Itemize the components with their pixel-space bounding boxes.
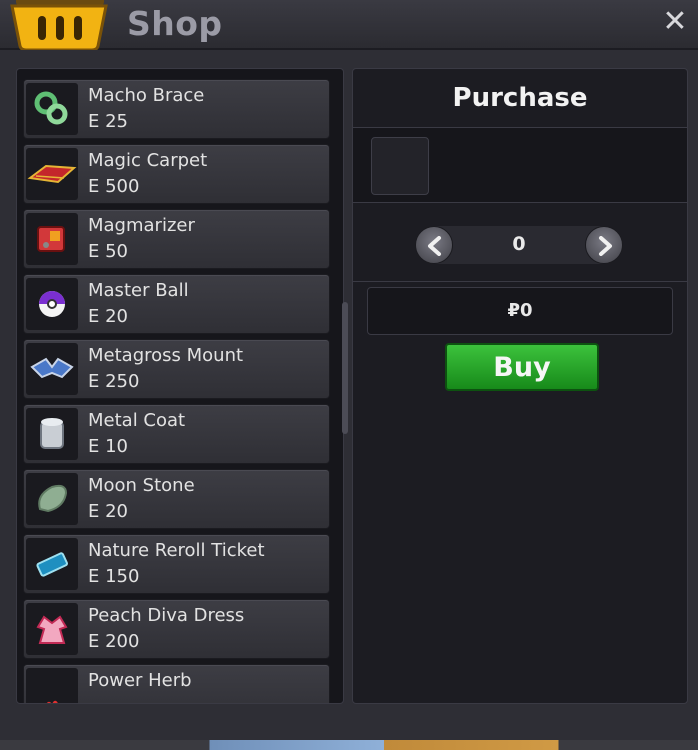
window-title: Shop (127, 4, 223, 43)
shop-basket-icon (10, 0, 108, 52)
quantity-stepper: 0 (415, 226, 623, 264)
item-icon-slot (26, 668, 78, 703)
purchase-header: Purchase (353, 69, 687, 128)
magmarizer-icon (37, 226, 65, 252)
item-name: Magic Carpet (88, 150, 208, 171)
buy-label: Buy (493, 352, 551, 383)
item-price: E 150 (88, 566, 140, 587)
macho-brace-icon (34, 91, 68, 125)
title-bar: Shop ✕ (0, 0, 698, 52)
item-name: Macho Brace (88, 85, 205, 106)
item-price: E 20 (88, 501, 128, 522)
item-icon-slot (26, 473, 78, 525)
item-name: Power Herb (88, 670, 192, 691)
metal-coat-icon (40, 418, 64, 449)
decrease-quantity-button[interactable] (415, 226, 453, 264)
shop-item[interactable]: Moon Stone E 20 (23, 469, 330, 529)
metagross-mount-icon (30, 357, 74, 379)
purchase-panel: Purchase 0 ₽0 Buy (352, 68, 688, 704)
item-name: Nature Reroll Ticket (88, 540, 265, 561)
total-cost: ₽0 (507, 300, 533, 321)
buy-button[interactable]: Buy (445, 343, 599, 391)
item-price: E 250 (88, 371, 140, 392)
peach-diva-dress-icon (36, 615, 68, 644)
item-icon-slot (26, 603, 78, 655)
item-price: E 200 (88, 631, 140, 652)
shop-item[interactable]: Magic Carpet E 500 (23, 144, 330, 204)
item-icon-slot (26, 408, 78, 460)
shop-item[interactable]: Metal Coat E 10 (23, 404, 330, 464)
shop-item[interactable]: Metagross Mount E 250 (23, 339, 330, 399)
item-name: Metagross Mount (88, 345, 244, 366)
item-name: Master Ball (88, 280, 189, 301)
item-price: E 25 (88, 111, 128, 132)
item-icon-slot (26, 83, 78, 135)
moon-stone-icon (38, 484, 68, 513)
magic-carpet-icon (27, 164, 77, 184)
item-name: Metal Coat (88, 410, 186, 431)
item-icon-slot (26, 278, 78, 330)
item-price: E 20 (88, 306, 128, 327)
item-icon-slot (26, 538, 78, 590)
shop-item[interactable]: Master Ball E 20 (23, 274, 330, 334)
selected-item-slot (371, 137, 429, 195)
quantity-row: 0 (353, 209, 687, 282)
purchase-title: Purchase (452, 83, 588, 113)
master-ball-icon (39, 291, 65, 317)
item-icon-slot (26, 343, 78, 395)
close-button[interactable]: ✕ (658, 4, 692, 40)
selected-item-row (353, 128, 687, 203)
item-name: Moon Stone (88, 475, 195, 496)
item-name: Peach Diva Dress (88, 605, 245, 626)
nature-reroll-ticket-icon (36, 552, 68, 577)
chevron-right-icon (599, 236, 612, 256)
shop-item[interactable]: Peach Diva Dress E 200 (23, 599, 330, 659)
shop-item[interactable]: Magmarizer E 50 (23, 209, 330, 269)
shop-item[interactable]: Nature Reroll Ticket E 150 (23, 534, 330, 594)
item-price: E 10 (88, 436, 128, 457)
item-name: Magmarizer (88, 215, 195, 236)
power-herb-icon (46, 700, 58, 703)
quantity-value[interactable]: 0 (453, 233, 585, 255)
list-scrollbar[interactable] (342, 302, 348, 434)
shop-item[interactable]: Macho Brace E 25 (23, 79, 330, 139)
item-icon-slot (26, 148, 78, 200)
item-list[interactable]: Macho Brace E 25 Magic Carpet E 500 Magmariz… (16, 68, 344, 704)
background-strip (0, 740, 698, 750)
item-price: E 50 (88, 241, 128, 262)
item-icon-slot (26, 213, 78, 265)
increase-quantity-button[interactable] (585, 226, 623, 264)
total-cost-box: ₽0 (367, 287, 673, 335)
item-price: E 500 (88, 176, 140, 197)
shop-item[interactable]: Power Herb (23, 664, 330, 703)
chevron-left-icon (428, 236, 441, 256)
